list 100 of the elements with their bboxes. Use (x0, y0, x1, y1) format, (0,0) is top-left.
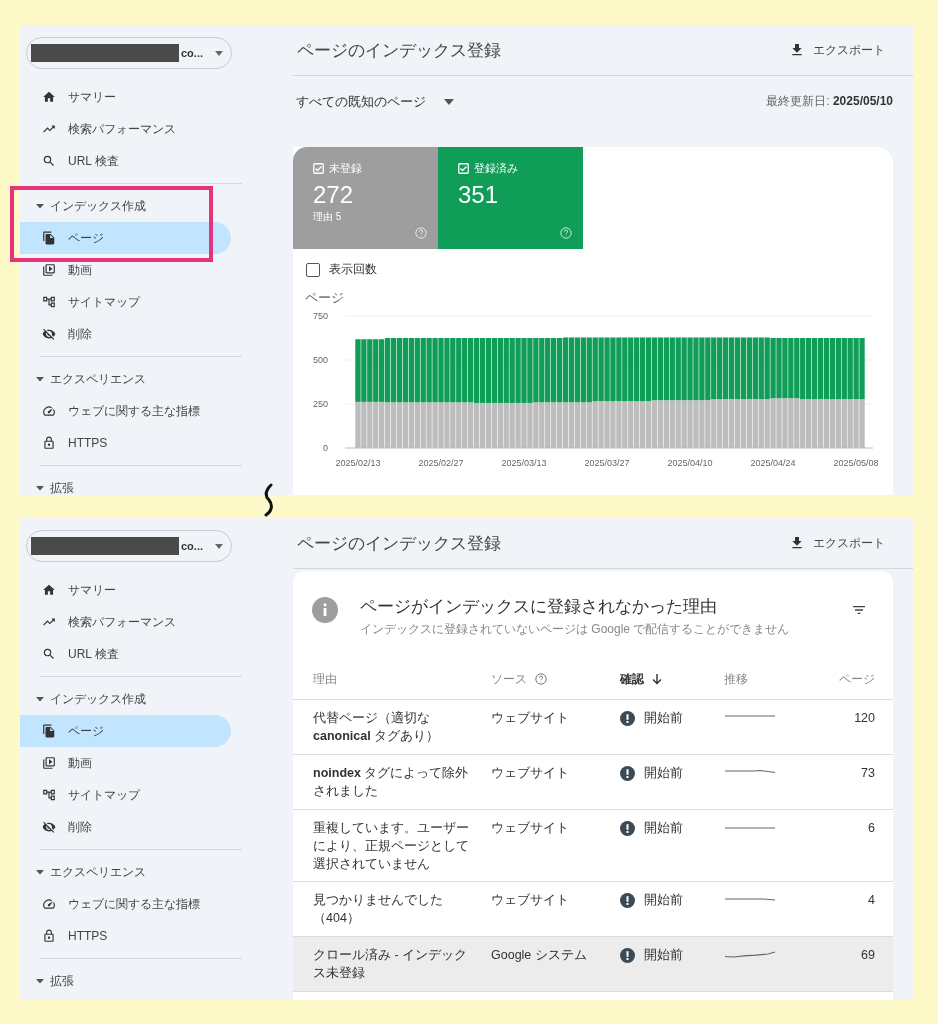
table-row[interactable]: クロール済み - インデックス未登録 Google システム 開始前 69 (293, 937, 893, 992)
eye-slash-icon (42, 820, 56, 834)
column-header[interactable]: 確認 (620, 670, 644, 688)
help-icon[interactable] (535, 673, 547, 685)
property-selector[interactable]: co... (26, 37, 232, 69)
status-text: 開始前 (644, 820, 683, 837)
section-header[interactable]: インデックス作成 (20, 683, 220, 715)
squiggle-mark (263, 483, 275, 517)
lock-icon (42, 929, 56, 943)
search-icon (42, 154, 56, 168)
status-text: 開始前 (644, 710, 683, 727)
pages-cell-text: 120 (853, 710, 875, 727)
nav-item[interactable]: サイトマップ (20, 286, 231, 318)
alert-icon (620, 947, 635, 963)
caret-icon (215, 543, 223, 549)
nav-item[interactable]: ウェブに関する主な指標 (20, 888, 231, 920)
nav-item[interactable]: ページ (20, 222, 231, 254)
status-tile[interactable]: 登録済み 351 (438, 147, 583, 249)
alert-icon (620, 820, 635, 836)
nav-item[interactable]: HTTPS (20, 920, 231, 952)
caret-icon (36, 977, 44, 985)
axis-label: 2025/02/27 (418, 458, 464, 468)
axis-label: 2025/04/24 (750, 458, 796, 468)
reason-cell-text: 代替ページ（適切な canonical タグあり） (313, 710, 441, 745)
section-header[interactable]: エクスペリエンス (20, 363, 220, 395)
axis-label: 2025/04/10 (667, 458, 713, 468)
axis-label: 2025/05/08 (833, 458, 879, 468)
pages-cell-text: 4 (867, 892, 875, 909)
source-cell-text: Google システム (491, 947, 588, 964)
documents-icon (42, 724, 56, 738)
property-selector[interactable]: co... (26, 530, 232, 562)
caret-icon (36, 202, 44, 210)
tile-label: 登録済み (474, 161, 518, 176)
video-library-icon (42, 263, 56, 277)
tile-label: 未登録 (329, 161, 362, 176)
nav-item[interactable]: HTTPS (20, 427, 231, 459)
gauge-icon (42, 897, 56, 911)
axis-label: 2025/03/27 (584, 458, 630, 468)
caret-icon (36, 868, 44, 876)
reason-cell-text: noindex タグによって除外されました (313, 765, 470, 800)
nav-item[interactable]: 削除 (20, 318, 231, 350)
download-icon (789, 535, 805, 551)
column-header[interactable]: 理由 (313, 670, 337, 688)
nav-item[interactable]: ページ (20, 715, 231, 747)
table-row[interactable]: noindex タグによって除外されました ウェブサイト 開始前 73 (293, 755, 893, 810)
table-row[interactable]: 代替ページ（適切な canonical タグあり） ウェブサイト 開始前 120 (293, 700, 893, 755)
export-button[interactable]: エクスポート (789, 534, 885, 552)
alert-icon (620, 710, 635, 726)
reason-cell-text: 見つかりませんでした（404） (313, 892, 444, 927)
axis-label: 2025/03/13 (501, 458, 547, 468)
caret-icon (215, 50, 223, 56)
arrow-down-icon[interactable] (652, 673, 662, 685)
pages-cell-text: 69 (860, 947, 875, 964)
nav-item[interactable]: 削除 (20, 811, 231, 843)
nav-item[interactable]: URL 検査 (20, 638, 231, 670)
column-header[interactable]: 推移 (724, 670, 748, 688)
last-updated: 最終更新日: 2025/05/10 (766, 93, 893, 110)
export-button[interactable]: エクスポート (789, 41, 885, 59)
checkbox[interactable] (458, 163, 469, 174)
section-header[interactable]: 拡張 (20, 472, 220, 504)
nav-item[interactable]: 検索パフォーマンス (20, 113, 231, 145)
status-text: 開始前 (644, 947, 683, 964)
home-icon (42, 583, 56, 597)
caret-icon (36, 695, 44, 703)
nav-item[interactable]: URL 検査 (20, 145, 231, 177)
tile-value: 351 (458, 181, 500, 209)
video-library-icon (42, 756, 56, 770)
caret-icon (36, 484, 44, 492)
tile-value: 272 (313, 181, 355, 209)
alert-icon (620, 892, 635, 908)
axis-label: 2025/02/13 (335, 458, 381, 468)
gauge-icon (42, 404, 56, 418)
nav-item[interactable]: ウェブに関する主な指標 (20, 395, 231, 427)
eye-slash-icon (42, 327, 56, 341)
column-header[interactable]: ページ (839, 670, 875, 688)
nav-item[interactable]: サイトマップ (20, 779, 231, 811)
home-icon (42, 90, 56, 104)
nav-item[interactable]: 動画 (20, 747, 231, 779)
nav-item[interactable]: 動画 (20, 254, 231, 286)
impressions-checkbox[interactable]: 表示回数 (306, 261, 377, 278)
caret-icon (36, 375, 44, 383)
tile-subtext: 理由 5 (313, 210, 343, 224)
nav-item[interactable]: サマリー (20, 81, 231, 113)
pages-cell-text: 6 (867, 820, 875, 837)
alert-icon (620, 765, 635, 781)
filter-dropdown[interactable]: すべての既知のページ (296, 93, 454, 111)
section-header[interactable]: インデックス作成 (20, 190, 220, 222)
reason-cell-text: クロール済み - インデックス未登録 (313, 947, 469, 982)
table-row[interactable]: 重複しています。ユーザーにより、正規ページとして選択されていません ウェブサイト 開始前 6 (293, 810, 893, 882)
section-header[interactable]: 拡張 (20, 965, 220, 997)
checkbox[interactable] (313, 163, 324, 174)
card-subtitle: インデックスに登録されていないページは Google で配信することができません (360, 621, 791, 638)
tree-icon (42, 788, 56, 802)
nav-item[interactable]: 検索パフォーマンス (20, 606, 231, 638)
axis-label: 250 (312, 399, 328, 409)
column-header[interactable]: ソース (491, 670, 527, 688)
axis-label: 0 (323, 443, 328, 453)
nav-item[interactable]: サマリー (20, 574, 231, 606)
section-header[interactable]: エクスペリエンス (20, 856, 220, 888)
source-cell-text: ウェブサイト (491, 765, 570, 782)
